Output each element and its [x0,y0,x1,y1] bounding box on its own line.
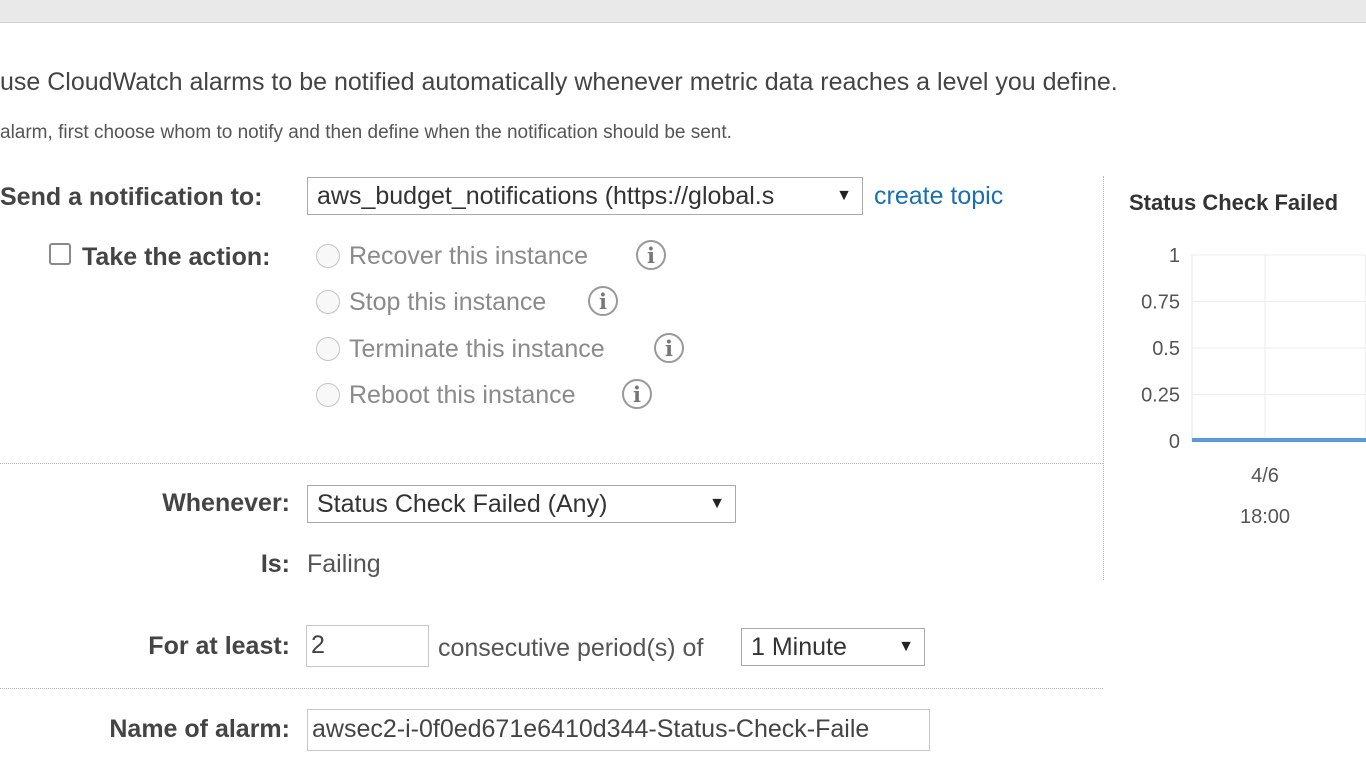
caret-down-icon: ▼ [836,187,852,204]
chart-title: Status Check Failed [1129,190,1339,215]
create-topic-link[interactable]: create topic [874,182,1003,211]
status-check-chart: 1 0.75 0.5 0.25 0 4/6 18:00 [1141,245,1366,528]
section-divider [0,463,1103,464]
radio-label: Stop this instance [349,288,547,316]
intro-subtext: alarm, first choose whom to notify and t… [0,122,732,143]
period-select[interactable]: 1 Minute ▼ [741,628,925,666]
take-action-checkbox[interactable] [49,243,71,265]
info-icon[interactable]: i [588,286,618,316]
alarm-name-label: Name of alarm: [109,715,290,743]
period-select-value: 1 Minute [751,633,847,661]
chart-y-tick-label: 0.25 [1141,385,1180,407]
panel-divider [1103,176,1104,580]
info-icon[interactable]: i [654,333,684,363]
top-bar [0,0,1366,23]
consecutive-periods-text: consecutive period(s) of [438,634,704,662]
section-divider [0,688,1103,689]
chart-y-tick-label: 1 [1169,245,1180,267]
is-value: Failing [307,550,381,578]
radio-label: Recover this instance [349,242,589,270]
metric-select-value: Status Check Failed (Any) [317,490,608,518]
notification-topic-value: aws_budget_notifications (https://global… [317,182,775,210]
info-icon[interactable]: i [636,240,666,270]
caret-down-icon: ▼ [709,495,725,512]
chart-x-tick-label: 4/6 [1251,465,1279,487]
radio-button[interactable] [316,383,340,407]
chart-x-tick-label: 18:00 [1240,506,1290,528]
for-at-least-label: For at least: [148,632,290,660]
chart-y-tick-label: 0 [1169,431,1180,453]
info-icon[interactable]: i [622,379,652,409]
radio-label: Terminate this instance [349,335,605,363]
radio-button[interactable] [316,337,340,361]
is-label: Is: [260,550,290,578]
whenever-label: Whenever: [162,489,290,517]
alarm-name-input[interactable]: awsec2-i-0f0ed671e6410d344-Status-Check-… [307,709,930,751]
notification-label: Send a notification to: [0,183,263,211]
radio-button[interactable] [316,290,340,314]
take-action-label: Take the action: [82,243,271,271]
caret-down-icon: ▼ [898,638,914,655]
periods-input[interactable]: 2 [306,625,429,667]
chart-y-tick-label: 0.5 [1152,338,1180,360]
radio-label: Reboot this instance [349,381,576,409]
notification-topic-select[interactable]: aws_budget_notifications (https://global… [307,177,863,215]
metric-select[interactable]: Status Check Failed (Any) ▼ [307,485,736,523]
intro-text: use CloudWatch alarms to be notified aut… [0,68,1118,96]
radio-button[interactable] [316,244,340,268]
chart-y-tick-label: 0.75 [1141,292,1180,314]
